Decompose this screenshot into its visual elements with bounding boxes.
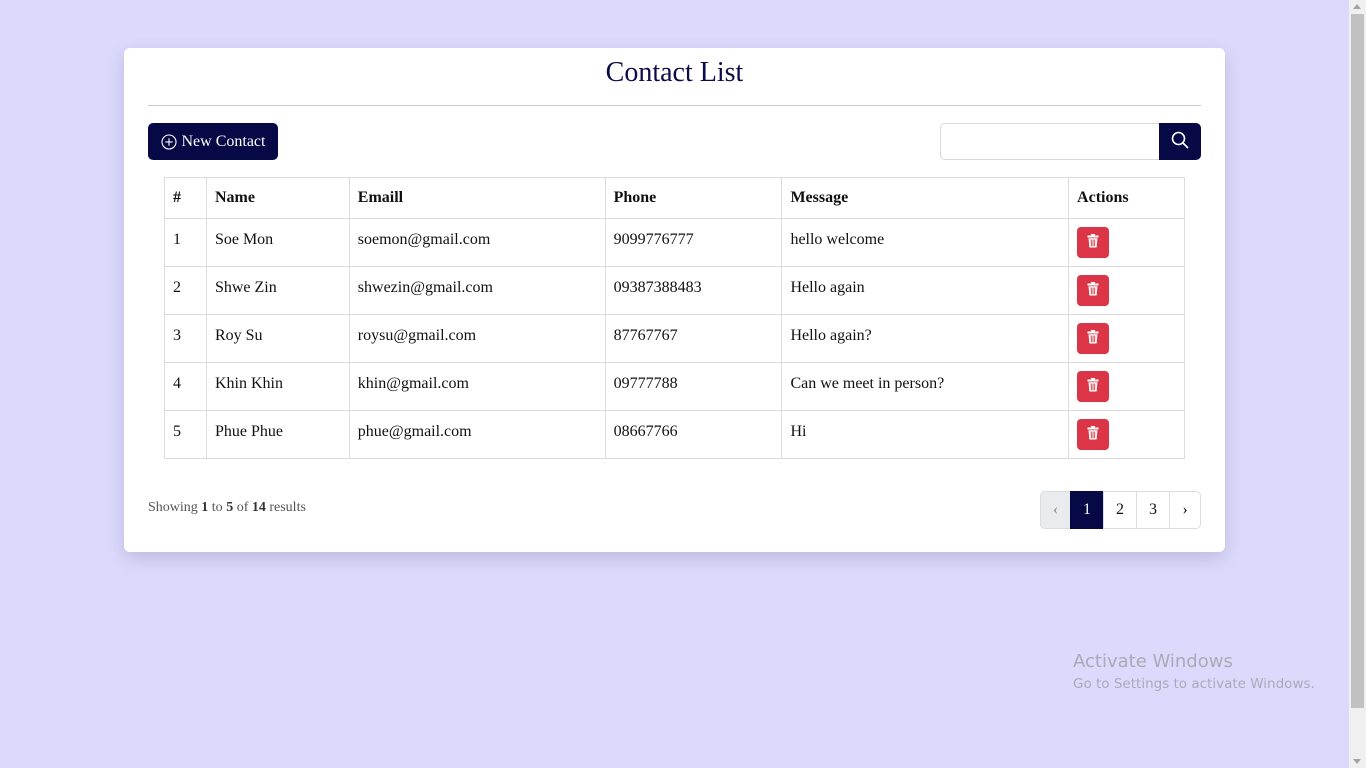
column-header-actions: Actions: [1068, 177, 1185, 219]
search-group: [940, 123, 1201, 160]
search-icon: [1171, 131, 1189, 152]
pagination-page-2[interactable]: 2: [1103, 491, 1137, 529]
summary-prefix: Showing: [148, 500, 198, 515]
column-header-phone: Phone: [604, 177, 783, 219]
results-summary: Showing 1 to 5 of 14 results: [148, 500, 306, 516]
cell-actions: [1068, 362, 1185, 411]
trash-icon: [1087, 282, 1099, 299]
contact-card: Contact List New Contact # Name Emaill P…: [124, 48, 1225, 552]
plus-circle-icon: [160, 133, 177, 150]
table-row: 1 Soe Mon soemon@gmail.com 9099776777 he…: [164, 218, 1185, 267]
cell-number: 1: [164, 218, 207, 267]
search-input[interactable]: [940, 123, 1159, 160]
cell-name: Roy Su: [205, 314, 350, 363]
watermark-title: Activate Windows: [1073, 651, 1233, 672]
cell-message: Hello again?: [781, 314, 1070, 363]
column-header-message: Message: [781, 177, 1070, 219]
new-contact-label: New Contact: [181, 132, 266, 150]
cell-name: Khin Khin: [205, 362, 350, 411]
watermark-subtitle: Go to Settings to activate Windows.: [1073, 676, 1315, 692]
vertical-scrollbar[interactable]: [1349, 0, 1366, 768]
cell-phone: 08667766: [604, 410, 783, 459]
cell-message: Can we meet in person?: [781, 362, 1070, 411]
trash-icon: [1087, 378, 1099, 395]
summary-of-word: of: [236, 500, 249, 515]
column-header-name: Name: [205, 177, 350, 219]
pagination-page-1[interactable]: 1: [1070, 491, 1104, 529]
scroll-down-arrow-icon[interactable]: [1353, 759, 1361, 764]
cell-email: shwezin@gmail.com: [348, 266, 606, 315]
scrollbar-thumb[interactable]: [1351, 14, 1364, 708]
scroll-up-arrow-icon[interactable]: [1353, 4, 1361, 9]
cell-email: roysu@gmail.com: [348, 314, 606, 363]
cell-actions: [1068, 314, 1185, 363]
cell-phone: 87767767: [604, 314, 783, 363]
cell-number: 4: [164, 362, 207, 411]
pagination-next[interactable]: ›: [1169, 491, 1201, 529]
cell-number: 2: [164, 266, 207, 315]
page: Contact List New Contact # Name Emaill P…: [0, 0, 1366, 768]
cell-email: khin@gmail.com: [348, 362, 606, 411]
cell-number: 3: [164, 314, 207, 363]
activate-windows-watermark: Activate Windows Go to Settings to activ…: [1073, 651, 1315, 695]
cell-actions: [1068, 266, 1185, 315]
cell-name: Soe Mon: [205, 218, 350, 267]
column-header-email: Emaill: [348, 177, 606, 219]
table-row: 5 Phue Phue phue@gmail.com 08667766 Hi: [164, 410, 1185, 459]
delete-button[interactable]: [1077, 419, 1110, 450]
column-header-number: #: [164, 177, 207, 219]
delete-button[interactable]: [1077, 275, 1110, 306]
cell-name: Phue Phue: [205, 410, 350, 459]
summary-to: 5: [226, 500, 234, 515]
cell-email: soemon@gmail.com: [348, 218, 606, 267]
delete-button[interactable]: [1077, 371, 1110, 402]
table-row: 4 Khin Khin khin@gmail.com 09777788 Can …: [164, 362, 1185, 411]
cell-message: Hi: [781, 410, 1070, 459]
search-button[interactable]: [1159, 123, 1201, 160]
page-title: Contact List: [605, 57, 744, 88]
trash-icon: [1087, 426, 1099, 443]
pagination-page-3[interactable]: 3: [1136, 491, 1170, 529]
pagination-prev[interactable]: ‹: [1040, 491, 1071, 529]
delete-button[interactable]: [1077, 323, 1110, 354]
trash-icon: [1087, 234, 1099, 251]
cell-number: 5: [164, 410, 207, 459]
summary-to-word: to: [211, 500, 223, 515]
cell-email: phue@gmail.com: [348, 410, 606, 459]
cell-actions: [1068, 410, 1185, 459]
summary-from: 1: [201, 500, 209, 515]
cell-name: Shwe Zin: [205, 266, 350, 315]
cell-phone: 09777788: [604, 362, 783, 411]
cell-phone: 09387388483: [604, 266, 783, 315]
table-row: 3 Roy Su roysu@gmail.com 87767767 Hello …: [164, 314, 1185, 363]
contacts-table: # Name Emaill Phone Message Actions 1 So…: [164, 177, 1185, 459]
cell-actions: [1068, 218, 1185, 267]
title-divider: [148, 105, 1201, 106]
trash-icon: [1087, 330, 1099, 347]
summary-total: 14: [251, 500, 266, 515]
cell-phone: 9099776777: [604, 218, 783, 267]
cell-message: hello welcome: [781, 218, 1070, 267]
table-row: 2 Shwe Zin shwezin@gmail.com 09387388483…: [164, 266, 1185, 315]
table-header-row: # Name Emaill Phone Message Actions: [164, 177, 1185, 219]
pagination: ‹ 1 2 3 ›: [1040, 491, 1201, 529]
delete-button[interactable]: [1077, 227, 1110, 258]
summary-suffix: results: [269, 500, 306, 515]
cell-message: Hello again: [781, 266, 1070, 315]
new-contact-button[interactable]: New Contact: [148, 123, 278, 160]
